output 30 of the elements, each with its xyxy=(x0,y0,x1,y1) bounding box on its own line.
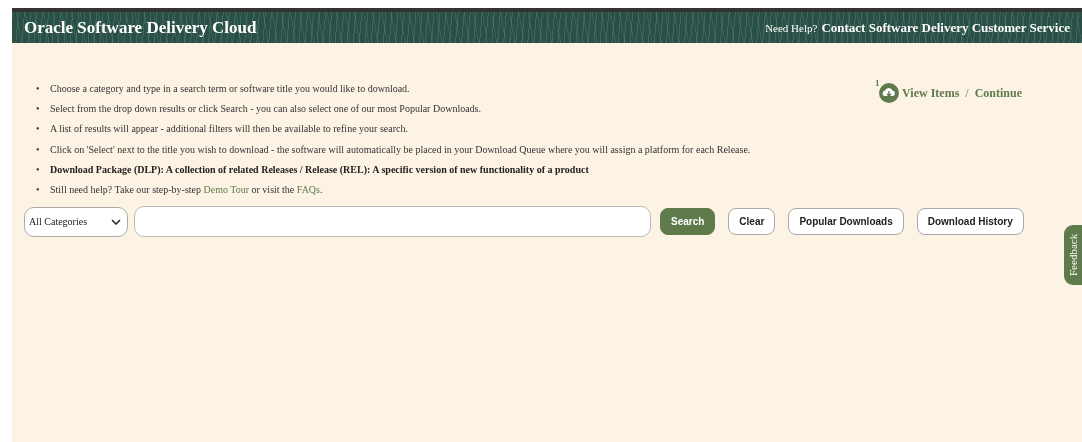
search-button[interactable]: Search xyxy=(660,208,716,236)
view-items-link[interactable]: View Items xyxy=(902,85,960,101)
instruction-text: Select from the drop down results or click Search - you can also select one of our most Popular Downloads. xyxy=(50,103,481,115)
bullet-marker: • xyxy=(36,183,41,195)
bullet-marker: • xyxy=(36,83,41,94)
instruction-text: A list of results will appear - additional filters will then be available to refine your search. xyxy=(50,123,408,135)
customer-service-link[interactable]: Contact Software Delivery Customer Service xyxy=(821,19,1070,36)
item-count: 1 xyxy=(875,78,880,88)
chevron-down-icon xyxy=(111,218,121,225)
site-title: Oracle Software Delivery Cloud xyxy=(24,17,257,38)
search-field[interactable] xyxy=(134,206,651,238)
separator: / xyxy=(965,85,969,101)
bullet-marker: • xyxy=(36,143,41,155)
bullet-marker: • xyxy=(36,123,41,135)
action-button[interactable]: Download History xyxy=(916,208,1024,236)
instruction-text: Still need help? Take our step-by-step Demo Tour or visit the FAQs. xyxy=(50,183,323,195)
bullet-marker: • xyxy=(36,103,41,115)
help-link[interactable]: FAQs xyxy=(296,183,320,195)
bullet-marker: • xyxy=(36,163,41,175)
instruction-text: Click on 'Select' next to the title you wish to download - the software will automatically be placed in your Download Queue where you will assign a platform for each Release. xyxy=(50,143,751,155)
instruction-text: Download Package (DLP): A collection of related Releases / Release (REL): A specific version of new functionality of a product xyxy=(50,163,589,175)
instruction-text: Choose a category and type in a search term or software title you would like to download. xyxy=(50,83,410,94)
cloud-download-icon[interactable] xyxy=(879,83,900,103)
continue-link[interactable]: Continue xyxy=(974,85,1022,101)
action-button[interactable]: Popular Downloads xyxy=(788,208,904,236)
help-label: Need Help? xyxy=(765,21,818,34)
category-dropdown[interactable]: All Categories xyxy=(24,206,128,237)
help-link[interactable]: Demo Tour xyxy=(203,183,250,195)
action-button[interactable]: Clear xyxy=(728,208,776,236)
feedback-tab[interactable]: Feedback xyxy=(1064,225,1082,285)
